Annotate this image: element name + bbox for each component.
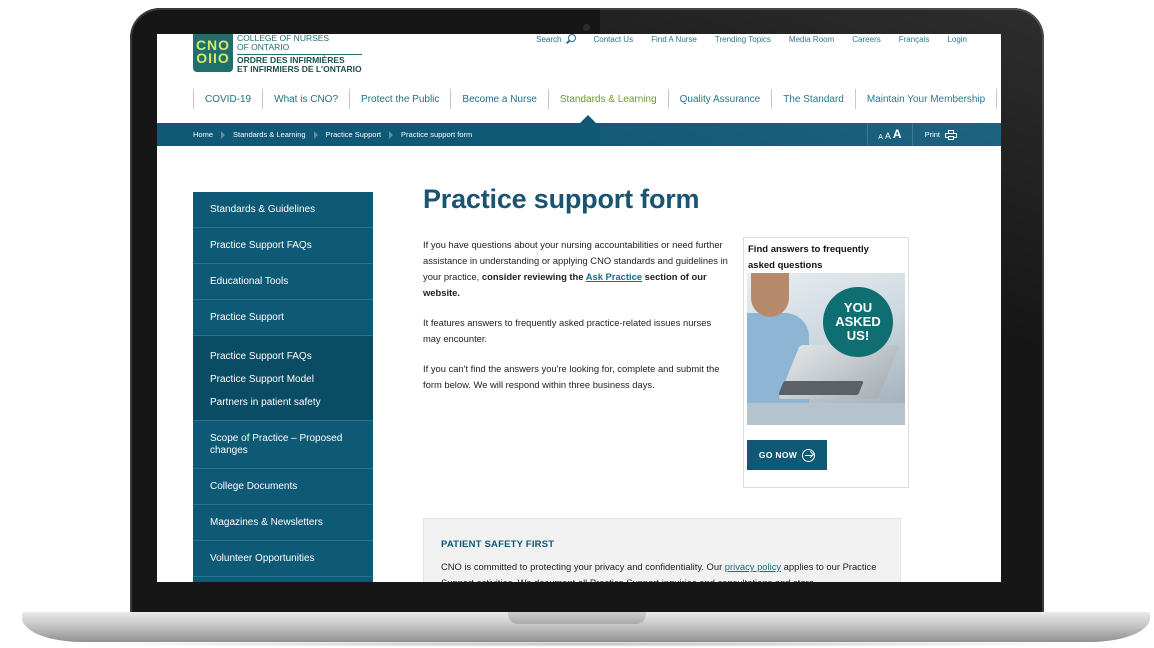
utility-link-francais[interactable]: Français bbox=[899, 35, 930, 44]
laptop-base-notch bbox=[508, 612, 646, 624]
you-asked-us-badge: YOU ASKED US! bbox=[823, 287, 893, 357]
intro-paragraph-1: If you have questions about your nursing… bbox=[423, 239, 728, 298]
utility-link-careers[interactable]: Careers bbox=[852, 35, 880, 44]
nav-the-standard[interactable]: The Standard bbox=[771, 89, 855, 109]
sidebar-subitem-model[interactable]: Practice Support Model bbox=[193, 368, 373, 391]
sidebar-item-volunteer[interactable]: Volunteer Opportunities bbox=[193, 541, 373, 577]
nav-covid[interactable]: COVID-19 bbox=[193, 89, 262, 109]
nav-protect-public[interactable]: Protect the Public bbox=[349, 89, 450, 109]
nurse-laptop-photo: YOU ASKED US! bbox=[747, 273, 905, 425]
arrow-right-circle-icon bbox=[802, 448, 816, 462]
site-header: CNO OIIO College of Nurses of Ontario Ord… bbox=[157, 34, 1001, 122]
intro-text: If you have questions about your nursing… bbox=[423, 237, 731, 407]
sidebar-submenu: Practice Support FAQs Practice Support M… bbox=[193, 336, 373, 421]
nav-what-is-cno[interactable]: What is CNO? bbox=[262, 89, 349, 109]
nav-maintain-membership[interactable]: Maintain Your Membership bbox=[854, 89, 998, 109]
text-size-small[interactable]: A bbox=[878, 134, 883, 141]
text-size-medium[interactable]: A bbox=[885, 131, 891, 141]
cno-logo[interactable]: CNO OIIO bbox=[193, 34, 233, 72]
search-link[interactable]: Search bbox=[536, 34, 576, 44]
org-name-en: College of Nurses of Ontario bbox=[237, 34, 330, 52]
nav-quality-assurance[interactable]: Quality Assurance bbox=[667, 89, 772, 109]
notice-text: CNO is committed to protecting your priv… bbox=[441, 561, 877, 582]
webcam bbox=[583, 24, 590, 31]
breadcrumb-separator bbox=[221, 130, 226, 139]
sidebar-subitem-partners[interactable]: Partners in patient safety bbox=[193, 391, 373, 414]
breadcrumb-bar: Home Standards & Learning Practice Suppo… bbox=[157, 123, 1001, 146]
sidebar-item-practice-support-faqs[interactable]: Practice Support FAQs bbox=[193, 228, 373, 264]
sidebar-item-practice-support[interactable]: Practice Support bbox=[193, 300, 373, 336]
main-nav: COVID-19 What is CNO? Protect the Public… bbox=[193, 88, 998, 110]
faq-promo-card: Find answers to frequently asked questio… bbox=[743, 237, 909, 488]
org-name-fr: Ordre des infirmières et infirmiers de l… bbox=[237, 54, 362, 74]
utility-link-contact[interactable]: Contact Us bbox=[594, 35, 634, 44]
utility-link-login[interactable]: Login bbox=[947, 35, 967, 44]
laptop-mockup: CNO OIIO College of Nurses of Ontario Ord… bbox=[0, 0, 1154, 648]
printer-icon bbox=[945, 129, 957, 140]
browser-viewport: CNO OIIO College of Nurses of Ontario Ord… bbox=[157, 34, 1001, 582]
intro-paragraph-3: If you can't find the answers you're loo… bbox=[423, 363, 720, 390]
sidebar-item-scope-of-practice[interactable]: Scope of Practice – Proposed changes bbox=[193, 421, 373, 469]
print-button[interactable]: Print bbox=[911, 123, 957, 146]
breadcrumb: Home Standards & Learning Practice Suppo… bbox=[157, 130, 472, 139]
go-now-button[interactable]: GO NOW bbox=[747, 440, 827, 470]
search-icon bbox=[565, 34, 576, 44]
text-size-large[interactable]: A bbox=[893, 127, 902, 141]
privacy-policy-link[interactable]: privacy policy bbox=[725, 561, 781, 572]
sidebar-subitem-faqs[interactable]: Practice Support FAQs bbox=[193, 345, 373, 368]
promo-card-title: Find answers to frequently asked questio… bbox=[748, 244, 869, 271]
nav-become-nurse[interactable]: Become a Nurse bbox=[450, 89, 547, 109]
utility-nav: Search Contact Us Find A Nurse Trending … bbox=[536, 34, 967, 44]
breadcrumb-standards[interactable]: Standards & Learning bbox=[233, 130, 306, 139]
breadcrumb-practice-support[interactable]: Practice Support bbox=[326, 130, 381, 139]
utility-link-trending[interactable]: Trending Topics bbox=[715, 35, 771, 44]
sidebar-item-standards-guidelines[interactable]: Standards & Guidelines bbox=[193, 192, 373, 228]
sidebar-item-college-documents[interactable]: College Documents bbox=[193, 469, 373, 505]
utility-link-find-nurse[interactable]: Find A Nurse bbox=[651, 35, 697, 44]
breadcrumb-separator bbox=[313, 130, 318, 139]
nav-standards-learning[interactable]: Standards & Learning bbox=[547, 89, 668, 109]
patient-safety-notice: PATIENT SAFETY FIRST CNO is committed to… bbox=[423, 518, 901, 582]
ask-practice-link[interactable]: Ask Practice bbox=[586, 271, 642, 282]
utility-link-media[interactable]: Media Room bbox=[789, 35, 834, 44]
active-nav-indicator bbox=[580, 115, 596, 123]
org-name: College of Nurses of Ontario Ordre des i… bbox=[237, 34, 362, 74]
page-title: Practice support form bbox=[423, 184, 700, 214]
breadcrumb-current: Practice support form bbox=[401, 130, 473, 139]
breadcrumb-home[interactable]: Home bbox=[193, 130, 213, 139]
sidebar-item-magazines[interactable]: Magazines & Newsletters bbox=[193, 505, 373, 541]
laptop-shadow bbox=[60, 641, 1110, 647]
intro-paragraph-2: It features answers to frequently asked … bbox=[423, 317, 712, 344]
sidebar-item-educational-tools[interactable]: Educational Tools bbox=[193, 264, 373, 300]
notice-title: PATIENT SAFETY FIRST bbox=[441, 539, 555, 550]
page-tools: A A A Print bbox=[867, 123, 957, 146]
section-sidebar: Standards & Guidelines Practice Support … bbox=[193, 192, 373, 582]
breadcrumb-separator bbox=[389, 130, 394, 139]
text-size-controls: A A A bbox=[867, 123, 911, 146]
